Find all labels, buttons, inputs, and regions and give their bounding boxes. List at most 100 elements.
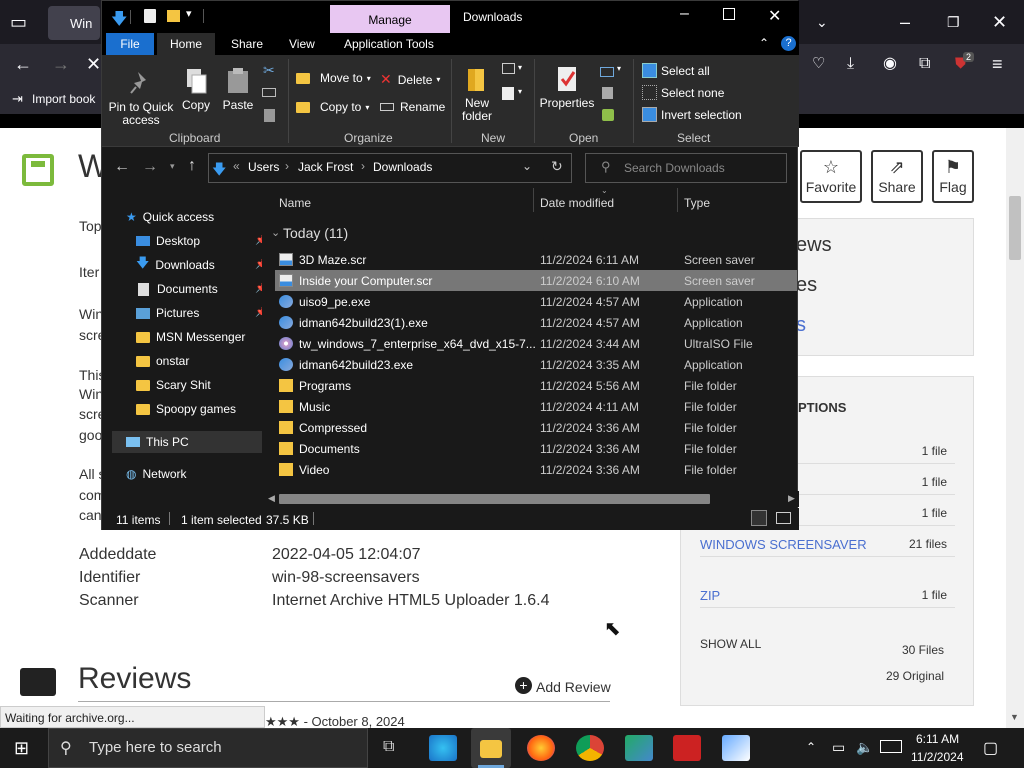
column-name[interactable]: Name bbox=[279, 196, 311, 210]
explorer-maximize-icon[interactable] bbox=[723, 8, 735, 20]
large-icons-view-icon[interactable] bbox=[776, 512, 791, 524]
nav-item-spoopy-games[interactable]: Spoopy games bbox=[112, 398, 267, 420]
copy-path-icon[interactable] bbox=[262, 88, 276, 97]
media-app-icon[interactable] bbox=[673, 735, 701, 761]
volume-icon[interactable]: 🔈 bbox=[856, 739, 873, 756]
cut-icon[interactable]: ✂ bbox=[263, 62, 275, 79]
dropdown-icon[interactable]: ▾ bbox=[518, 87, 522, 96]
back-icon[interactable]: ← bbox=[14, 54, 32, 74]
restore-icon[interactable]: ❐ bbox=[947, 12, 960, 32]
share-button[interactable]: ⇗ Share bbox=[871, 150, 923, 203]
tab-home[interactable]: Home bbox=[157, 33, 215, 56]
hscrollbar-thumb[interactable] bbox=[279, 494, 710, 504]
select-all-button[interactable]: Select all bbox=[642, 63, 710, 78]
nav-this-pc[interactable]: This PC bbox=[112, 431, 267, 453]
easy-access-icon[interactable] bbox=[502, 87, 514, 100]
open-icon[interactable] bbox=[600, 67, 614, 77]
nav-item-desktop[interactable]: Desktop📌 bbox=[112, 230, 267, 252]
manage-context-tab[interactable]: Manage bbox=[330, 5, 450, 33]
task-view-icon[interactable]: ⧉ bbox=[383, 738, 394, 756]
nav-item-documents[interactable]: Documents📌 bbox=[112, 278, 267, 300]
column-date-modified[interactable]: Date modified bbox=[540, 196, 614, 210]
file-row[interactable]: Documents 11/2/2024 3:36 AM File folder bbox=[275, 438, 797, 459]
edge-icon[interactable] bbox=[429, 735, 457, 761]
breadcrumb-jack-frost[interactable]: Jack Frost bbox=[298, 160, 353, 174]
breadcrumb-users[interactable]: Users bbox=[248, 160, 279, 174]
scroll-right-icon[interactable]: ▶ bbox=[788, 493, 795, 504]
qat-customize-icon[interactable]: ▾ bbox=[186, 7, 192, 20]
nav-item-downloads[interactable]: 🡇Downloads📌 bbox=[112, 254, 267, 276]
stop-icon[interactable]: ✕ bbox=[86, 54, 101, 74]
help-icon[interactable]: ? bbox=[781, 36, 796, 51]
download-option-row[interactable]: WINDOWS SCREENSAVER 21 files bbox=[700, 527, 955, 557]
properties-button[interactable]: Properties bbox=[538, 65, 596, 110]
tab-list-icon[interactable]: ⌄ bbox=[816, 12, 828, 32]
add-review-button[interactable]: Add Review bbox=[536, 679, 611, 695]
tab-share[interactable]: Share bbox=[231, 37, 263, 51]
file-row[interactable]: Compressed 11/2/2024 3:36 AM File folder bbox=[275, 417, 797, 438]
column-divider[interactable] bbox=[533, 188, 534, 212]
download-icon[interactable]: ⤓ bbox=[847, 54, 854, 74]
paste-button[interactable]: Paste bbox=[220, 67, 256, 112]
download-option-row[interactable]: ZIP 1 file bbox=[700, 578, 955, 608]
nav-item-pictures[interactable]: Pictures📌 bbox=[112, 302, 267, 324]
file-row[interactable]: Video 11/2/2024 3:36 AM File folder bbox=[275, 459, 797, 480]
explorer-minimize-icon[interactable]: – bbox=[680, 5, 689, 23]
calendar-app-icon[interactable] bbox=[722, 735, 750, 761]
flag-button[interactable]: ⚑ Flag bbox=[932, 150, 974, 203]
forward-icon[interactable]: → bbox=[142, 158, 158, 176]
new-item-icon[interactable] bbox=[502, 63, 515, 74]
tab-overview-icon[interactable]: ▭ bbox=[10, 12, 27, 32]
file-row[interactable]: Programs 11/2/2024 5:56 AM File folder bbox=[275, 375, 797, 396]
breadcrumb-downloads[interactable]: Downloads bbox=[373, 160, 432, 174]
recent-locations-icon[interactable]: ▾ bbox=[170, 161, 175, 172]
select-none-button[interactable]: Select none bbox=[642, 85, 724, 100]
network-app-icon[interactable] bbox=[625, 735, 653, 761]
file-row[interactable]: idman642build23(1).exe 11/2/2024 4:57 AM A… bbox=[275, 312, 797, 333]
up-icon[interactable]: ↑ bbox=[188, 157, 196, 175]
firefox-icon[interactable] bbox=[527, 735, 555, 761]
page-scrollbar-thumb[interactable] bbox=[1009, 196, 1021, 260]
favorite-button[interactable]: ☆ Favorite bbox=[800, 150, 862, 203]
download-option-label[interactable]: ZIP bbox=[700, 588, 720, 603]
rename-button[interactable]: Rename bbox=[380, 100, 445, 114]
show-hidden-icons-icon[interactable]: ⌃ bbox=[806, 740, 816, 754]
column-divider[interactable] bbox=[677, 188, 678, 212]
close-icon[interactable]: ✕ bbox=[992, 12, 1007, 32]
properties-qat-icon[interactable] bbox=[144, 9, 156, 23]
tab-application-tools[interactable]: Application Tools bbox=[344, 37, 434, 51]
windows-start-icon[interactable]: ⊞ bbox=[14, 738, 29, 759]
account-icon[interactable]: ◉ bbox=[883, 54, 897, 74]
new-folder-qat-icon[interactable] bbox=[167, 10, 180, 22]
tab-file[interactable]: File bbox=[106, 33, 154, 55]
notifications-icon[interactable]: ▢ bbox=[983, 738, 998, 758]
group-header[interactable]: Today (11) bbox=[283, 225, 348, 241]
taskbar-search-input[interactable]: Type here to search bbox=[48, 728, 368, 768]
keyboard-icon[interactable] bbox=[880, 740, 902, 753]
network-icon[interactable]: ▭ bbox=[832, 739, 845, 756]
back-icon[interactable]: ← bbox=[114, 158, 130, 176]
minimize-icon[interactable]: – bbox=[900, 12, 910, 32]
show-all-link[interactable]: SHOW ALL bbox=[700, 637, 761, 651]
details-view-icon[interactable] bbox=[751, 510, 767, 526]
file-row[interactable]: 3D Maze.scr 11/2/2024 6:11 AM Screen saver bbox=[275, 249, 797, 270]
column-type[interactable]: Type bbox=[684, 196, 710, 210]
file-row[interactable]: Music 11/2/2024 4:11 AM File folder bbox=[275, 396, 797, 417]
paste-shortcut-icon[interactable] bbox=[264, 109, 275, 122]
browser-tab[interactable]: Win bbox=[48, 6, 100, 40]
clock-date[interactable]: 11/2/2024 bbox=[911, 750, 964, 764]
search-input[interactable]: Search Downloads bbox=[585, 153, 787, 183]
group-collapse-icon[interactable]: ⌄ bbox=[271, 226, 280, 239]
move-to-button[interactable]: Move to ▾ bbox=[296, 71, 371, 85]
pin-quick-access-button[interactable]: Pin to Quick access bbox=[108, 69, 174, 127]
edit-icon[interactable] bbox=[602, 87, 613, 99]
invert-selection-button[interactable]: Invert selection bbox=[642, 107, 742, 122]
dropdown-icon[interactable]: ▾ bbox=[518, 63, 522, 72]
file-row[interactable]: tw_windows_7_enterprise_x64_dvd_x15-7...… bbox=[275, 333, 797, 354]
file-row[interactable]: uiso9_pe.exe 11/2/2024 4:57 AM Application bbox=[275, 291, 797, 312]
nav-quick-access[interactable]: ★ Quick access bbox=[112, 206, 267, 228]
nav-item-msn-messenger[interactable]: MSN Messenger bbox=[112, 326, 267, 348]
clock-time[interactable]: 6:11 AM bbox=[916, 732, 959, 746]
file-explorer-icon[interactable] bbox=[480, 740, 502, 758]
breadcrumb-overflow[interactable]: « bbox=[233, 159, 240, 173]
